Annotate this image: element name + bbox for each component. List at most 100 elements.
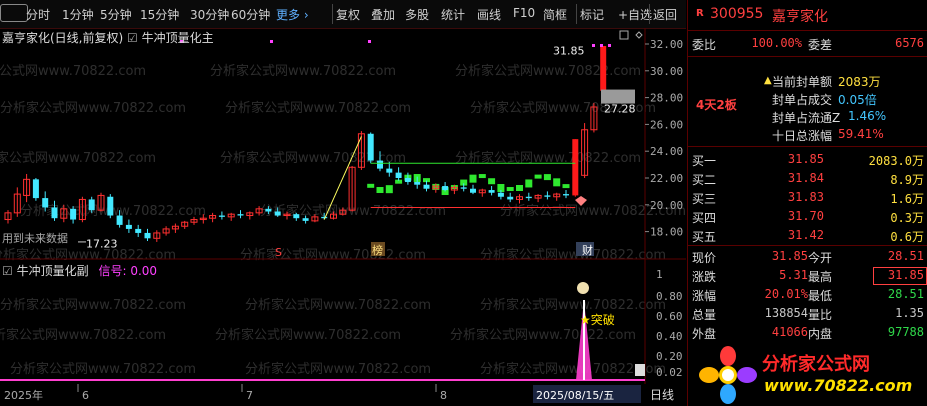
simple-frame-button[interactable]: 简框 xyxy=(543,6,567,23)
candle[interactable] xyxy=(60,204,68,223)
candle[interactable] xyxy=(470,184,476,195)
seal-row: 十日总涨幅 59.41% xyxy=(688,126,927,144)
candle[interactable] xyxy=(107,194,114,219)
candle[interactable] xyxy=(246,211,254,220)
tab-60min[interactable]: 60分钟 xyxy=(231,6,270,23)
candle[interactable] xyxy=(97,192,105,212)
candle[interactable] xyxy=(32,178,39,201)
sub-indicator-name[interactable]: 牛冲顶量化副 xyxy=(17,264,89,278)
back-button[interactable]: 返回 xyxy=(653,6,677,23)
diamond-toggle-icon[interactable] xyxy=(635,31,643,39)
candle[interactable] xyxy=(395,167,402,181)
candle[interactable] xyxy=(125,219,132,233)
candle[interactable] xyxy=(237,210,244,219)
candle[interactable] xyxy=(13,187,21,217)
fuquan-button[interactable]: 复权 xyxy=(336,6,360,23)
candle[interactable] xyxy=(572,139,579,197)
candle[interactable] xyxy=(293,212,300,221)
candle[interactable] xyxy=(116,210,123,228)
candle[interactable] xyxy=(377,151,383,172)
candle[interactable] xyxy=(135,224,142,237)
tab-5min[interactable]: 5分钟 xyxy=(100,6,132,23)
candle[interactable] xyxy=(51,200,58,221)
f10-button[interactable]: F10 xyxy=(513,6,535,20)
candle[interactable] xyxy=(283,211,291,220)
candle[interactable] xyxy=(255,206,263,216)
candle[interactable] xyxy=(171,223,179,233)
bid-label: 买一 xyxy=(692,154,717,168)
stock-code[interactable]: 300955 xyxy=(710,6,763,22)
tab-1min[interactable]: 1分钟 xyxy=(62,6,94,23)
bid-row[interactable]: 买五 31.42 0.6万 xyxy=(688,226,927,245)
candle[interactable] xyxy=(600,46,607,91)
bid-row[interactable]: 买二 31.84 8.9万 xyxy=(688,169,927,188)
main-indicator-name[interactable]: 牛冲顶量化主 xyxy=(142,31,214,45)
candle[interactable] xyxy=(144,228,151,241)
candle[interactable] xyxy=(525,192,532,201)
tab-fenshi[interactable]: 分时 xyxy=(26,6,50,23)
candle[interactable] xyxy=(507,192,514,203)
candle[interactable] xyxy=(590,102,598,133)
candle[interactable] xyxy=(218,211,225,220)
candle[interactable] xyxy=(544,191,551,200)
candle[interactable] xyxy=(162,226,170,236)
candle[interactable] xyxy=(563,190,569,199)
bid-row[interactable]: 买四 31.70 0.3万 xyxy=(688,207,927,226)
candle[interactable] xyxy=(330,211,337,220)
candle[interactable] xyxy=(227,212,235,221)
s-marker[interactable]: S xyxy=(275,246,282,259)
candle[interactable] xyxy=(442,182,449,192)
candle[interactable] xyxy=(488,186,495,196)
candle-body xyxy=(70,208,77,220)
indicator-toggle-icon[interactable]: ☑ xyxy=(2,264,13,278)
candlestick-chart[interactable]: 32.00 30.00 28.00 26.00 24.00 22.00 20.00 18.00… xyxy=(0,28,686,260)
bid-row[interactable]: 买三 31.83 1.6万 xyxy=(688,188,927,207)
candle[interactable] xyxy=(42,191,49,212)
candle[interactable] xyxy=(209,212,217,223)
candle[interactable] xyxy=(534,194,542,203)
candle[interactable] xyxy=(199,214,207,224)
bid-row[interactable]: 买一 31.85 2083.0万 xyxy=(688,150,927,169)
candle[interactable] xyxy=(386,161,393,177)
overlay-button[interactable]: 叠加 xyxy=(371,6,395,23)
candle[interactable] xyxy=(423,180,430,192)
candle-body xyxy=(274,211,281,216)
bang-marker[interactable]: 榜 xyxy=(372,243,383,257)
tab-15min[interactable]: 15分钟 xyxy=(140,6,179,23)
more-menu[interactable]: 更多 › xyxy=(276,6,309,23)
candle[interactable] xyxy=(478,188,486,197)
candle[interactable] xyxy=(367,132,374,164)
candle[interactable] xyxy=(302,215,309,224)
candle[interactable] xyxy=(348,165,356,212)
candle[interactable] xyxy=(181,220,189,229)
candle[interactable] xyxy=(153,230,161,242)
candle[interactable] xyxy=(88,196,95,213)
candle[interactable] xyxy=(190,216,198,225)
indicator-band-bar xyxy=(553,178,561,187)
draw-line-button[interactable]: 画线 xyxy=(477,6,501,23)
candle[interactable] xyxy=(516,194,523,204)
multi-stock-button[interactable]: 多股 xyxy=(405,6,429,23)
cai-marker[interactable]: 财 xyxy=(582,243,593,257)
indicator-toggle-icon[interactable]: ☑ xyxy=(127,31,138,45)
candle[interactable] xyxy=(553,192,561,201)
mark-button[interactable]: 标记 xyxy=(580,6,604,23)
candle[interactable] xyxy=(23,173,31,203)
candle[interactable] xyxy=(70,206,77,224)
candle[interactable] xyxy=(78,196,86,223)
window-toggle-icon[interactable] xyxy=(619,30,629,40)
add-watchlist-button[interactable]: +自选 xyxy=(618,6,652,23)
period-label[interactable]: 日线 xyxy=(650,388,674,402)
bid-label: 买三 xyxy=(692,192,717,206)
candle[interactable] xyxy=(4,210,12,224)
candle[interactable] xyxy=(581,123,589,178)
tab-30min[interactable]: 30分钟 xyxy=(190,6,229,23)
candle[interactable] xyxy=(265,206,272,215)
checkbox-icon[interactable] xyxy=(0,4,28,22)
stock-name[interactable]: 嘉亨家化 xyxy=(772,6,828,26)
candle[interactable] xyxy=(311,214,319,223)
candle[interactable] xyxy=(339,207,347,216)
candle[interactable] xyxy=(404,172,411,185)
candle[interactable] xyxy=(274,207,281,217)
stats-button[interactable]: 统计 xyxy=(441,6,465,23)
